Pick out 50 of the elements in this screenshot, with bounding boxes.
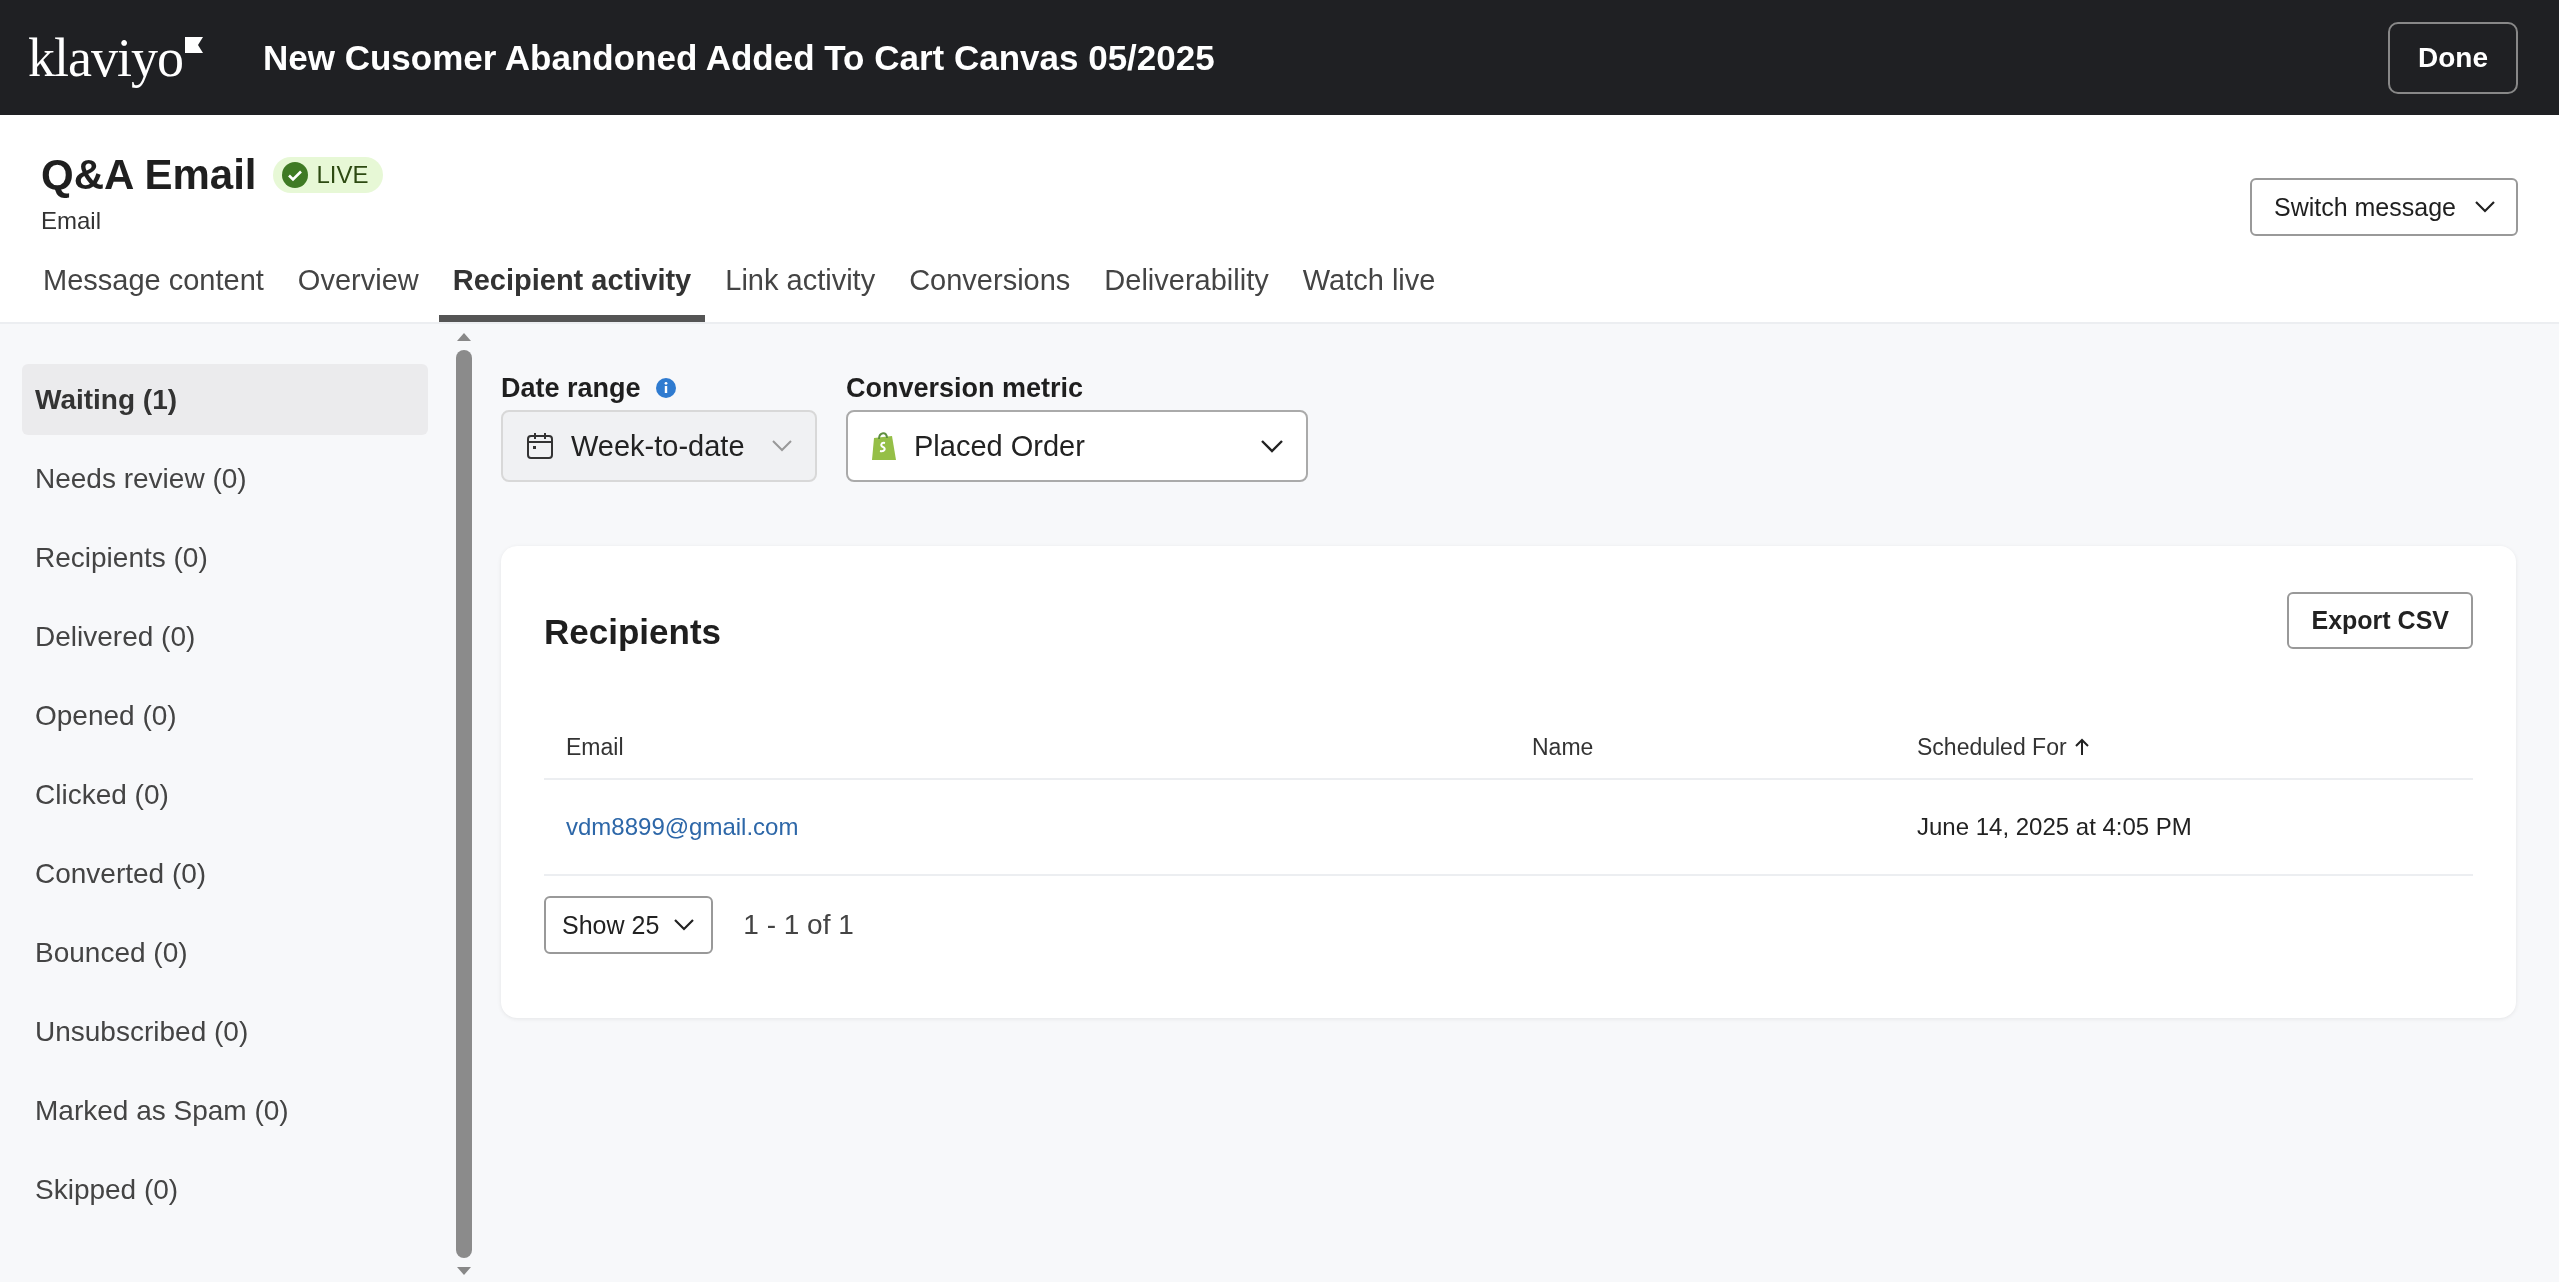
email-link[interactable]: vdm8899@gmail.com	[566, 813, 799, 840]
chevron-down-icon	[2474, 200, 2496, 214]
sidebar-item[interactable]: Opened (0)	[22, 680, 428, 751]
done-button[interactable]: Done	[2388, 21, 2518, 94]
tab[interactable]: Overview	[283, 248, 433, 322]
shopping-bag-icon	[870, 430, 898, 462]
sidebar-item[interactable]: Clicked (0)	[22, 759, 428, 830]
scrollbar-thumb[interactable]	[456, 350, 472, 1258]
pagination-info: 1 - 1 of 1	[743, 909, 854, 941]
chevron-down-icon	[1260, 439, 1284, 453]
conversion-metric-dropdown[interactable]: Placed Order	[846, 410, 1308, 482]
sidebar-item[interactable]: Unsubscribed (0)	[22, 996, 428, 1067]
check-circle-icon	[280, 161, 309, 189]
message-title: Q&A Email	[41, 151, 257, 199]
scroll-up-icon[interactable]	[456, 332, 472, 342]
message-type: Email	[41, 207, 102, 235]
field-label: Conversion metric	[846, 372, 1084, 404]
tab[interactable]: Watch live	[1288, 248, 1450, 322]
sidebar-item[interactable]: Recipients (0)	[22, 522, 428, 593]
chevron-down-icon	[771, 439, 793, 453]
status-badge: LIVE	[272, 157, 383, 193]
column-header[interactable]: Scheduled For	[1895, 733, 2473, 761]
field-label: Date range	[501, 372, 641, 404]
sidebar-item[interactable]: Marked as Spam (0)	[22, 1075, 428, 1146]
tab[interactable]: Deliverability	[1090, 248, 1283, 322]
column-header[interactable]: Email	[544, 733, 1510, 761]
table-cell: June 14, 2025 at 4:05 PM	[1917, 813, 2192, 840]
flow-title: New Cusomer Abandoned Added To Cart Canvas 05/2025	[263, 37, 1216, 78]
sidebar-item[interactable]: Waiting (1)	[22, 364, 428, 435]
tab[interactable]: Conversions	[895, 248, 1085, 322]
tab[interactable]: Recipient activity	[438, 248, 706, 322]
sidebar-item[interactable]: Bounced (0)	[22, 917, 428, 988]
arrow-up-icon	[2074, 738, 2089, 756]
sidebar-item[interactable]: Skipped (0)	[22, 1154, 428, 1225]
sidebar-item[interactable]: Needs review (0)	[22, 443, 428, 514]
logo-wordmark: klaviyo	[28, 26, 183, 89]
tab[interactable]: Message content	[29, 248, 278, 322]
switch-message-button[interactable]: Switch message	[2249, 178, 2518, 236]
tab[interactable]: Link activity	[711, 248, 890, 322]
column-header[interactable]: Name	[1510, 733, 1895, 761]
sidebar-item[interactable]: Converted (0)	[22, 838, 428, 909]
chevron-down-icon	[673, 918, 696, 932]
calendar-icon	[525, 431, 555, 461]
sidebar-item[interactable]: Delivered (0)	[22, 601, 428, 672]
scroll-down-icon[interactable]	[456, 1266, 472, 1276]
info-icon[interactable]	[654, 377, 677, 399]
page-size-dropdown[interactable]: Show 25	[544, 896, 714, 954]
export-csv-button[interactable]: Export CSV	[2287, 591, 2473, 649]
flag-icon	[185, 36, 203, 53]
card-title: Recipients	[544, 612, 721, 652]
